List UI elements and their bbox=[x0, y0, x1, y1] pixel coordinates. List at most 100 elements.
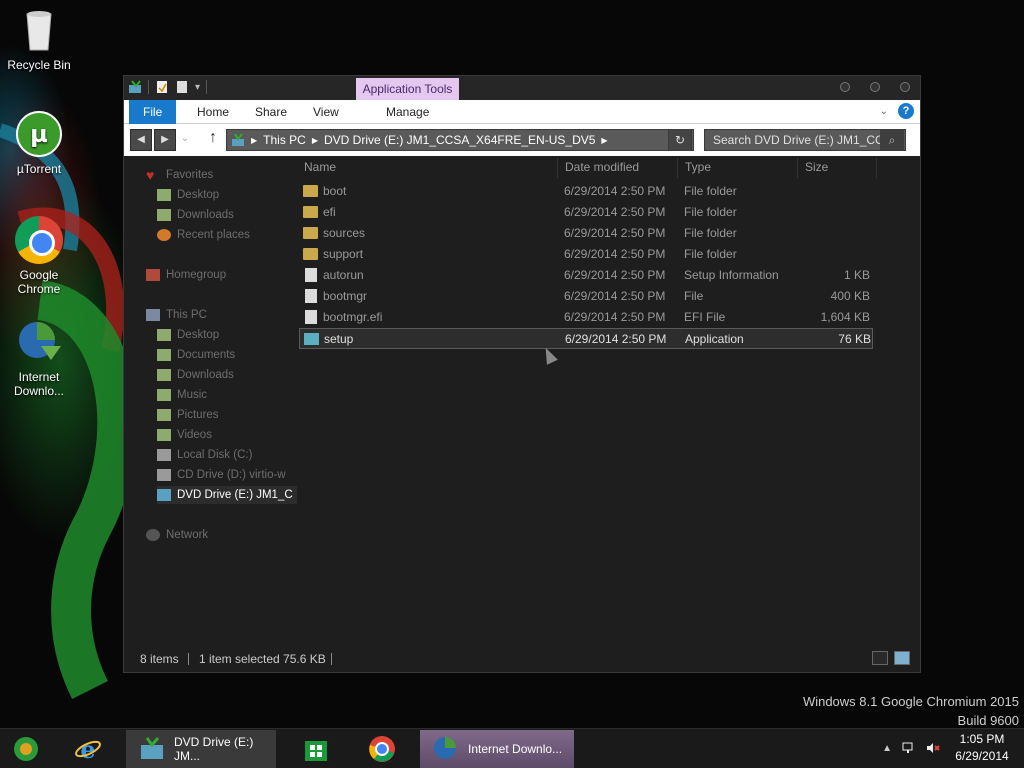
file-date-modified: 6/29/2014 2:50 PM bbox=[564, 268, 666, 282]
taskbar-internet-explorer[interactable]: e bbox=[62, 730, 120, 768]
search-input[interactable]: Search DVD Drive (E:) JM1_CC... bbox=[704, 129, 906, 151]
taskbar-store[interactable] bbox=[290, 730, 348, 768]
breadcrumb-chevron-icon[interactable]: ▶ bbox=[601, 136, 607, 145]
file-row-sources[interactable]: sources 6/29/2014 2:50 PM File folder bbox=[299, 223, 873, 244]
breadcrumb-this-pc[interactable]: This PC bbox=[263, 133, 306, 147]
status-separator bbox=[331, 653, 332, 665]
column-header-date-modified[interactable]: Date modified bbox=[565, 156, 639, 178]
nav-this-pc[interactable]: This PC bbox=[146, 306, 286, 324]
file-name: autorun bbox=[323, 268, 364, 282]
nav-favorites-recent-places[interactable]: Recent places bbox=[157, 226, 297, 244]
hard-disk-icon bbox=[157, 449, 171, 461]
nav-favorites-desktop[interactable]: Desktop bbox=[157, 186, 297, 204]
breadcrumb-chevron-icon[interactable]: ▶ bbox=[251, 136, 257, 145]
nav-favorites-downloads[interactable]: Downloads bbox=[157, 206, 297, 224]
folder-icon bbox=[303, 206, 318, 218]
column-header-name[interactable]: Name bbox=[304, 156, 336, 178]
column-divider[interactable] bbox=[677, 158, 678, 178]
chrome-icon bbox=[15, 216, 63, 264]
file-date-modified: 6/29/2014 2:50 PM bbox=[564, 205, 666, 219]
tab-manage[interactable]: Manage bbox=[374, 100, 441, 124]
file-row-setup[interactable]: setup 6/29/2014 2:50 PM Application 76 KB bbox=[299, 328, 873, 349]
dvd-drive-icon bbox=[157, 489, 171, 501]
desktop-icon-label: Recycle Bin bbox=[7, 58, 71, 72]
nav-this-pc-downloads[interactable]: Downloads bbox=[157, 366, 297, 384]
file-date-modified: 6/29/2014 2:50 PM bbox=[564, 184, 666, 198]
back-button[interactable]: ◀ bbox=[130, 129, 152, 151]
search-icon[interactable]: ⌕ bbox=[880, 130, 904, 150]
downloads-folder-icon bbox=[157, 209, 171, 221]
breadcrumb-dvd-drive[interactable]: DVD Drive (E:) JM1_CCSA_X64FRE_EN-US_DV5 bbox=[324, 133, 595, 147]
minimize-button[interactable] bbox=[840, 82, 850, 92]
file-name: sources bbox=[323, 226, 366, 240]
tab-view[interactable]: View bbox=[301, 100, 351, 124]
nav-this-pc-local-disk[interactable]: Local Disk (C:) bbox=[157, 446, 297, 464]
desktop-icon-internet-download-manager[interactable]: Internet Downlo... bbox=[0, 318, 78, 398]
nav-label: CD Drive (D:) virtio-w bbox=[177, 469, 286, 481]
help-icon[interactable]: ? bbox=[898, 103, 914, 119]
new-folder-icon[interactable] bbox=[175, 80, 189, 94]
maximize-button[interactable] bbox=[870, 82, 880, 92]
large-icons-view-button[interactable] bbox=[894, 651, 910, 665]
column-divider[interactable] bbox=[797, 158, 798, 178]
file-name: support bbox=[323, 247, 364, 261]
file-row-efi[interactable]: efi 6/29/2014 2:50 PM File folder bbox=[299, 202, 873, 223]
column-divider[interactable] bbox=[557, 158, 558, 178]
chrome-icon bbox=[369, 736, 395, 762]
nav-homegroup[interactable]: Homegroup bbox=[146, 266, 286, 284]
tab-share[interactable]: Share bbox=[243, 100, 299, 124]
nav-this-pc-desktop[interactable]: Desktop bbox=[157, 326, 297, 344]
forward-button[interactable]: ▶ bbox=[154, 129, 176, 151]
tab-file[interactable]: File bbox=[129, 100, 177, 124]
customize-toolbar-chevron-icon[interactable]: ▾ bbox=[195, 82, 200, 93]
details-view-button[interactable] bbox=[872, 651, 888, 665]
up-button[interactable]: ↑ bbox=[204, 129, 222, 147]
quick-access-toolbar: ▾ bbox=[128, 80, 208, 94]
nav-network[interactable]: Network bbox=[146, 526, 286, 544]
nav-this-pc-documents[interactable]: Documents bbox=[157, 346, 297, 364]
desktop-icon-recycle-bin[interactable]: Recycle Bin bbox=[0, 6, 78, 72]
title-bar[interactable]: ▾ Application Tools bbox=[124, 76, 920, 100]
nav-favorites[interactable]: ♥ Favorites bbox=[146, 166, 286, 184]
file-size: 1 KB bbox=[843, 268, 870, 282]
file-row-bootmgr-efi[interactable]: bootmgr.efi 6/29/2014 2:50 PM EFI File 1,60… bbox=[299, 307, 873, 328]
file-date-modified: 6/29/2014 2:50 PM bbox=[565, 332, 667, 346]
nav-this-pc-videos[interactable]: Videos bbox=[157, 426, 297, 444]
file-row-bootmgr[interactable]: bootmgr 6/29/2014 2:50 PM File 400 KB bbox=[299, 286, 873, 307]
recent-locations-chevron-icon[interactable]: ⌄ bbox=[178, 129, 192, 151]
network-icon[interactable] bbox=[902, 741, 916, 755]
refresh-button[interactable]: ↻ bbox=[668, 129, 692, 151]
desktop-icon-utorrent[interactable]: µ µTorrent bbox=[0, 110, 78, 176]
file-row-autorun[interactable]: autorun 6/29/2014 2:50 PM Setup Informatio… bbox=[299, 265, 873, 286]
system-clock[interactable]: 1:05 PM 6/29/2014 bbox=[950, 731, 1014, 765]
nav-this-pc-cd-drive[interactable]: CD Drive (D:) virtio-w bbox=[157, 466, 297, 484]
address-bar[interactable]: ▶ This PC ▶ DVD Drive (E:) JM1_CCSA_X64F… bbox=[226, 129, 694, 151]
recent-places-icon bbox=[157, 229, 171, 241]
nav-this-pc-pictures[interactable]: Pictures bbox=[157, 406, 297, 424]
column-header-size[interactable]: Size bbox=[805, 156, 828, 178]
internet-download-manager-icon bbox=[15, 318, 63, 366]
file-row-support[interactable]: support 6/29/2014 2:50 PM File folder bbox=[299, 244, 873, 265]
volume-muted-icon[interactable] bbox=[926, 741, 940, 755]
nav-label: Network bbox=[166, 529, 209, 541]
show-hidden-icons-chevron-icon[interactable]: ▲ bbox=[882, 743, 892, 754]
taskbar-file-explorer[interactable]: DVD Drive (E:) JM... bbox=[126, 730, 276, 768]
column-header-type[interactable]: Type bbox=[685, 156, 711, 178]
desktop-icon-label: Google bbox=[19, 268, 59, 282]
nav-this-pc-dvd-drive[interactable]: DVD Drive (E:) JM1_C bbox=[157, 486, 297, 504]
taskbar-media-center[interactable] bbox=[0, 730, 58, 768]
nav-this-pc-music[interactable]: Music bbox=[157, 386, 297, 404]
taskbar-internet-download-manager[interactable]: Internet Downlo... bbox=[420, 730, 574, 768]
close-button[interactable] bbox=[900, 82, 910, 92]
expand-ribbon-chevron-icon[interactable]: ⌄ bbox=[880, 106, 888, 117]
tab-home[interactable]: Home bbox=[185, 100, 241, 124]
column-divider[interactable] bbox=[876, 158, 877, 178]
folder-icon bbox=[303, 248, 318, 260]
svg-text:µ: µ bbox=[30, 120, 48, 148]
desktop-icon-google-chrome[interactable]: Google Chrome bbox=[0, 216, 78, 296]
breadcrumb-chevron-icon[interactable]: ▶ bbox=[312, 136, 318, 145]
taskbar-chrome[interactable] bbox=[356, 730, 414, 768]
file-row-boot[interactable]: boot 6/29/2014 2:50 PM File folder bbox=[299, 181, 873, 202]
properties-icon[interactable] bbox=[155, 80, 169, 94]
media-center-icon bbox=[14, 737, 38, 761]
